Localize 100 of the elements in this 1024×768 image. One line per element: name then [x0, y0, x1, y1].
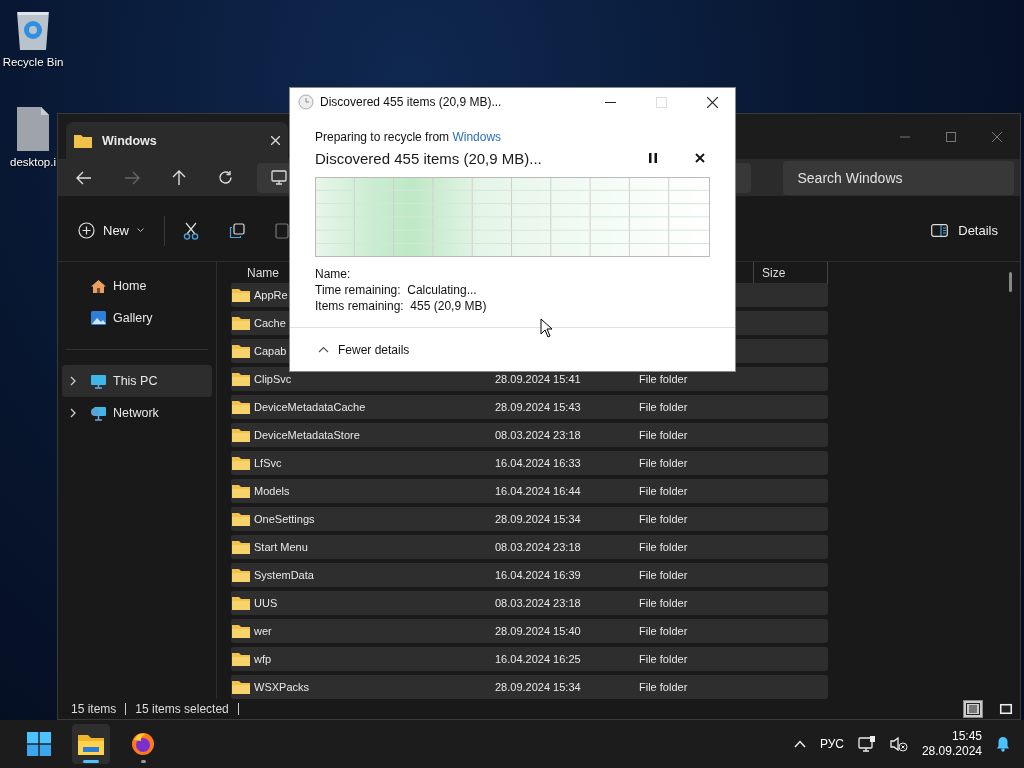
folder-icon — [232, 484, 250, 498]
scissors-icon[interactable] — [183, 221, 199, 240]
type-cell: File folder — [639, 513, 688, 525]
folder-icon — [232, 568, 250, 582]
window-tab[interactable]: Windows — [66, 122, 288, 159]
file-explorer-button[interactable] — [72, 724, 110, 764]
sidebar-item[interactable]: This PC — [62, 365, 212, 397]
folder-icon — [232, 344, 250, 358]
date-cell: 28.09.2024 15:43 — [495, 401, 581, 413]
folder-link[interactable]: Windows — [452, 130, 502, 144]
operation-description: Preparing to recycle from Windows — [315, 130, 503, 144]
close-icon[interactable] — [695, 153, 705, 163]
file-row[interactable]: wfp 16.04.2024 16:25 File folder — [231, 647, 828, 671]
language-indicator[interactable]: РУС — [819, 737, 844, 751]
search-field[interactable]: Search Windows — [783, 160, 1014, 195]
sidebar-item[interactable]: Gallery — [62, 302, 212, 334]
file-row[interactable]: DeviceMetadataCache 28.09.2024 15:43 File folder — [231, 395, 828, 419]
folder-icon — [74, 133, 92, 148]
image-icon — [90, 310, 107, 326]
date-cell: 28.09.2024 15:40 — [495, 625, 581, 637]
forward-icon[interactable] — [124, 170, 140, 185]
details-view-button[interactable] — [963, 700, 983, 718]
fewer-details-button[interactable]: Fewer details — [318, 342, 410, 357]
folder-icon — [232, 428, 250, 442]
desktop-icon-label[interactable]: Recycle Bin — [2, 56, 64, 68]
folder-icon — [232, 456, 250, 470]
file-row[interactable]: WSXPacks 28.09.2024 15:34 File folder — [231, 675, 828, 699]
file-row[interactable]: wer 28.09.2024 15:40 File folder — [231, 619, 828, 643]
type-cell: File folder — [639, 457, 688, 469]
network-icon — [90, 405, 107, 421]
type-cell: File folder — [639, 429, 688, 441]
file-row[interactable]: SystemData 16.04.2024 16:39 File folder — [231, 563, 828, 587]
clock-time[interactable]: 15:45 — [951, 729, 982, 744]
maximize-icon[interactable] — [946, 131, 956, 142]
date-cell: 28.09.2024 15:34 — [495, 681, 581, 693]
chevron-icon[interactable] — [70, 376, 76, 386]
monitor-icon — [90, 373, 107, 389]
file-row[interactable]: OneSettings 28.09.2024 15:34 File folder — [231, 507, 828, 531]
date-cell: 28.09.2024 15:34 — [495, 513, 581, 525]
pause-icon[interactable] — [649, 153, 657, 163]
detail-line: Time remaining: Calculating... — [315, 283, 478, 298]
clipboard-icon[interactable] — [275, 222, 289, 239]
copy-icon[interactable] — [229, 222, 245, 239]
tiles-view-button[interactable] — [996, 700, 1016, 718]
plus-circle-icon — [78, 222, 95, 239]
bell-icon[interactable] — [996, 736, 1010, 752]
date-cell: 16.04.2024 16:33 — [495, 457, 581, 469]
file-row[interactable]: LfSvc 16.04.2024 16:33 File folder — [231, 451, 828, 475]
chevron-up-icon[interactable] — [793, 740, 806, 748]
sidebar-item[interactable]: Home — [62, 270, 212, 302]
back-icon[interactable] — [76, 170, 92, 185]
details-button[interactable]: Details — [925, 222, 1004, 239]
date-cell: 16.04.2024 16:25 — [495, 653, 581, 665]
volume-muted-icon[interactable] — [889, 736, 908, 752]
file-row[interactable]: DeviceMetadataStore 08.03.2024 23:18 File folder — [231, 423, 828, 447]
clock-date[interactable]: 28.09.2024 — [921, 744, 982, 759]
file-icon[interactable] — [16, 106, 50, 152]
type-cell: File folder — [639, 401, 688, 413]
file-row[interactable]: Start Menu 08.03.2024 23:18 File folder — [231, 535, 828, 559]
date-cell: 08.03.2024 23:18 — [495, 541, 581, 553]
close-icon[interactable] — [707, 96, 718, 108]
file-name: UUS — [254, 597, 278, 609]
file-name: Cache — [254, 317, 286, 329]
desktop-icon-label[interactable]: desktop.i — [10, 156, 56, 168]
folder-icon — [232, 652, 250, 666]
maximize-icon — [656, 96, 667, 108]
date-cell: 16.04.2024 16:39 — [495, 569, 581, 581]
file-name: Models — [254, 485, 290, 497]
type-cell: File folder — [639, 653, 688, 665]
file-name: Start Menu — [254, 541, 308, 553]
folder-icon — [232, 624, 250, 638]
date-cell: 28.09.2024 15:41 — [495, 373, 581, 385]
chevron-up-icon — [318, 346, 329, 353]
sidebar-item[interactable]: Network — [62, 397, 212, 429]
file-name: WSXPacks — [254, 681, 309, 693]
refresh-icon[interactable] — [218, 170, 233, 185]
file-row[interactable]: UUS 08.03.2024 23:18 File folder — [231, 591, 828, 615]
house-icon — [90, 278, 107, 294]
tab-title: Windows — [102, 133, 158, 148]
item-count: 15 items — [71, 702, 117, 716]
network-icon[interactable] — [857, 736, 876, 752]
folder-icon — [232, 512, 250, 526]
file-row[interactable]: Models 16.04.2024 16:44 File folder — [231, 479, 828, 503]
file-name: Capab — [254, 345, 287, 357]
details-pane-icon — [931, 224, 949, 237]
up-icon[interactable] — [172, 169, 186, 186]
type-cell: File folder — [639, 373, 688, 385]
file-name: AppRe — [254, 289, 288, 301]
date-cell: 16.04.2024 16:44 — [495, 485, 581, 497]
new-button[interactable]: New — [76, 218, 146, 243]
type-cell: File folder — [639, 681, 688, 693]
monitor-icon — [271, 170, 287, 185]
selection-count: 15 items selected — [135, 702, 229, 716]
type-cell: File folder — [639, 485, 688, 497]
folder-icon — [232, 372, 250, 386]
file-name: OneSettings — [254, 513, 315, 525]
chevron-icon[interactable] — [70, 408, 76, 418]
folder-icon — [232, 596, 250, 610]
column-header[interactable]: Name — [247, 265, 279, 280]
detail-line: Name: — [315, 267, 352, 282]
